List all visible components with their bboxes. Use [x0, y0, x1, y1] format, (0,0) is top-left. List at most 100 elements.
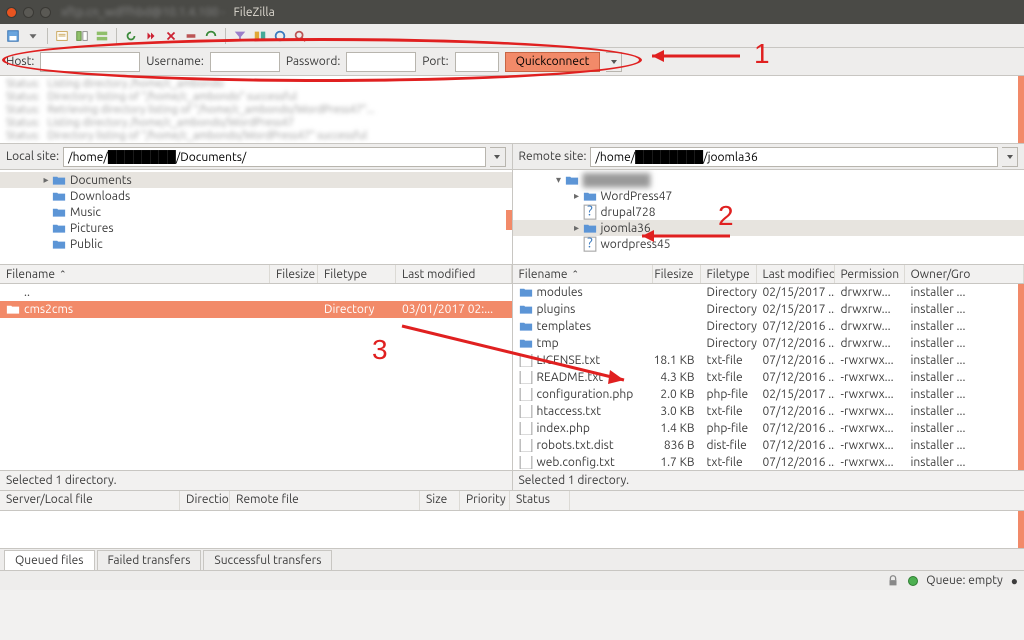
col-filename[interactable]: Filename⌃ — [513, 265, 653, 283]
file-row[interactable]: pluginsDirectory02/15/2017 ...drwxrw...i… — [513, 301, 1024, 318]
remote-pane: Remote site: ▾████████▸WordPress47?drupa… — [513, 144, 1024, 490]
tree-item[interactable]: ▸joomla36 — [513, 220, 1024, 236]
folder-icon — [519, 321, 533, 333]
compare-icon[interactable] — [251, 27, 269, 45]
col-filename[interactable]: Filename⌃ — [0, 265, 270, 283]
process-queue-icon[interactable] — [142, 27, 160, 45]
tree-item[interactable]: Public — [0, 236, 512, 252]
unknown-icon: ? — [583, 206, 597, 218]
queue-col[interactable]: Server/Local file — [0, 491, 180, 510]
quickconnect-button[interactable]: Quickconnect — [505, 52, 601, 72]
cancel-icon[interactable] — [162, 27, 180, 45]
queue-status-dot: ● — [1011, 574, 1018, 588]
remote-status: Selected 1 directory. — [513, 470, 1024, 490]
remote-tree[interactable]: ▾████████▸WordPress47?drupal728▸joomla36… — [513, 170, 1024, 264]
col-lastmod[interactable]: Last modified — [757, 265, 835, 283]
col-filesize[interactable]: Filesize — [270, 265, 318, 283]
window-title-hostpart: xftp.cn_wdffhbd@10.1.4.100 - — [61, 6, 227, 19]
tree-item[interactable]: Music — [0, 204, 512, 220]
file-icon — [519, 406, 533, 418]
local-path-drop[interactable] — [490, 147, 506, 167]
col-filetype[interactable]: Filetype — [701, 265, 757, 283]
host-input[interactable] — [40, 52, 140, 72]
remote-file-list[interactable]: modulesDirectory02/15/2017 ...drwxrw...i… — [513, 284, 1024, 470]
port-input[interactable] — [455, 52, 499, 72]
username-input[interactable] — [210, 52, 280, 72]
file-row[interactable]: web.config.txt1.7 KBtxt-file07/12/2016 .… — [513, 454, 1024, 470]
folder-icon — [519, 338, 533, 350]
col-filetype[interactable]: Filetype — [318, 265, 396, 283]
col-filesize[interactable]: Filesize — [653, 265, 701, 283]
remote-file-header[interactable]: Filename⌃ Filesize Filetype Last modifie… — [513, 264, 1024, 284]
file-row[interactable]: .. — [0, 284, 512, 301]
sync-browse-icon[interactable] — [271, 27, 289, 45]
tree-item[interactable]: Downloads — [0, 188, 512, 204]
local-path-input[interactable] — [63, 147, 485, 167]
file-row[interactable]: tmpDirectory07/12/2016 ...drwxrw...insta… — [513, 335, 1024, 352]
file-row[interactable]: htaccess.txt3.0 KBtxt-file07/12/2016 ...… — [513, 403, 1024, 420]
search-icon[interactable] — [291, 27, 309, 45]
status-bar: Queue: empty ● — [0, 570, 1024, 590]
tree-item[interactable]: ?drupal728 — [513, 204, 1024, 220]
file-row[interactable]: index.php1.4 KBphp-file07/12/2016 ...-rw… — [513, 420, 1024, 437]
site-manager-drop-icon[interactable] — [24, 27, 42, 45]
queue-tabs: Queued filesFailed transfersSuccessful t… — [0, 548, 1024, 570]
col-permissions[interactable]: Permission — [835, 265, 905, 283]
local-tree[interactable]: ▸DocumentsDownloadsMusicPicturesPublic — [0, 170, 512, 264]
queue-body[interactable] — [0, 511, 1024, 548]
local-file-list[interactable]: ..cms2cmsDirectory03/01/2017 02:... — [0, 284, 512, 470]
folder-icon — [565, 174, 579, 186]
window-maximize-button[interactable] — [40, 7, 51, 18]
refresh-icon[interactable] — [122, 27, 140, 45]
queue-tab[interactable]: Queued files — [4, 550, 95, 570]
file-row[interactable]: templatesDirectory07/12/2016 ...drwxrw..… — [513, 318, 1024, 335]
username-label: Username: — [146, 55, 204, 68]
toggle-log-icon[interactable] — [53, 27, 71, 45]
queue-col[interactable]: Priority — [460, 491, 510, 510]
file-row[interactable]: modulesDirectory02/15/2017 ...drwxrw...i… — [513, 284, 1024, 301]
filter-icon[interactable] — [231, 27, 249, 45]
toggle-queue-icon[interactable] — [93, 27, 111, 45]
local-pane: Local site: ▸DocumentsDownloadsMusicPict… — [0, 144, 513, 490]
file-row[interactable]: robots.txt.dist836 Bdist-file07/12/2016 … — [513, 437, 1024, 454]
disconnect-icon[interactable] — [182, 27, 200, 45]
queue-tab[interactable]: Successful transfers — [203, 550, 332, 570]
queue-col[interactable]: Size — [420, 491, 460, 510]
queue-tab[interactable]: Failed transfers — [97, 550, 202, 570]
col-lastmod[interactable]: Last modified — [396, 265, 512, 283]
quickconnect-history-drop[interactable] — [606, 52, 622, 72]
tree-item[interactable]: ▾████████ — [513, 172, 1024, 188]
queue-col[interactable]: Remote file — [230, 491, 420, 510]
col-owner[interactable]: Owner/Gro — [905, 265, 1024, 283]
window-title-app: FileZilla — [233, 6, 274, 19]
queue-header[interactable]: Server/Local fileDirectioRemote fileSize… — [0, 491, 1024, 511]
tree-item[interactable]: ▸WordPress47 — [513, 188, 1024, 204]
site-manager-icon[interactable] — [4, 27, 22, 45]
quickconnect-bar: Host: Username: Password: Port: Quickcon… — [0, 48, 1024, 76]
local-site-label: Local site: — [6, 150, 59, 163]
queue-col[interactable]: Status — [510, 491, 570, 510]
tree-item[interactable]: ▸Documents — [0, 172, 512, 188]
queue-col[interactable]: Directio — [180, 491, 230, 510]
remote-path-input[interactable] — [590, 147, 998, 167]
reconnect-icon[interactable] — [202, 27, 220, 45]
file-icon — [519, 440, 533, 452]
window-close-button[interactable] — [6, 7, 17, 18]
folder-icon — [52, 174, 66, 186]
remote-path-drop[interactable] — [1002, 147, 1018, 167]
window-minimize-button[interactable] — [23, 7, 34, 18]
port-label: Port: — [422, 55, 448, 68]
toggle-tree-icon[interactable] — [73, 27, 91, 45]
file-row[interactable]: cms2cmsDirectory03/01/2017 02:... — [0, 301, 512, 318]
folder-icon — [52, 190, 66, 202]
tree-item[interactable]: ?wordpress45 — [513, 236, 1024, 252]
file-row[interactable]: README.txt4.3 KBtxt-file07/12/2016 ...-r… — [513, 369, 1024, 386]
password-input[interactable] — [346, 52, 416, 72]
unknown-icon: ? — [583, 238, 597, 250]
local-file-header[interactable]: Filename⌃ Filesize Filetype Last modifie… — [0, 264, 512, 284]
tree-item[interactable]: Pictures — [0, 220, 512, 236]
local-status: Selected 1 directory. — [0, 470, 512, 490]
message-log[interactable]: Status: Listing directory /home/c_ambond… — [0, 76, 1024, 144]
file-row[interactable]: configuration.php2.0 KBphp-file02/15/201… — [513, 386, 1024, 403]
file-row[interactable]: LICENSE.txt18.1 KBtxt-file07/12/2016 ...… — [513, 352, 1024, 369]
